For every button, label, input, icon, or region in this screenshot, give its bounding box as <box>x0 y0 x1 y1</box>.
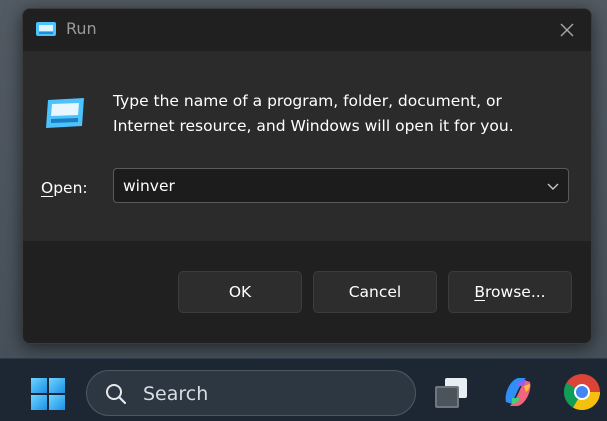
taskbar: Search <box>0 358 607 421</box>
chevron-down-icon[interactable] <box>546 180 560 192</box>
open-combobox[interactable] <box>113 168 569 203</box>
windows-start-icon[interactable] <box>30 377 66 411</box>
open-input[interactable] <box>114 169 534 202</box>
open-label: Open: <box>41 177 88 199</box>
dialog-body: Type the name of a program, folder, docu… <box>23 51 591 241</box>
browse-button[interactable]: Browse... <box>448 271 572 313</box>
run-large-icon <box>46 98 84 128</box>
close-button[interactable] <box>553 17 581 43</box>
open-label-accelerator: O <box>41 179 54 197</box>
taskbar-search-box[interactable]: Search <box>86 370 416 416</box>
close-icon <box>560 23 574 37</box>
task-view-icon[interactable] <box>432 372 472 412</box>
chrome-icon[interactable] <box>562 372 602 412</box>
copilot-icon[interactable] <box>498 372 538 412</box>
open-label-text: pen: <box>53 179 88 197</box>
run-app-icon <box>36 22 56 36</box>
browse-accelerator: B <box>474 283 486 301</box>
cancel-button[interactable]: Cancel <box>313 271 437 313</box>
browse-label-text: rowse... <box>485 283 546 301</box>
dialog-footer: OK Cancel Browse... <box>23 241 591 343</box>
ok-button[interactable]: OK <box>178 271 302 313</box>
search-placeholder: Search <box>143 383 209 405</box>
window-title: Run <box>66 19 97 38</box>
run-dialog: Run Type the name of a program, folder, … <box>22 8 592 344</box>
search-icon <box>106 384 127 405</box>
title-bar[interactable]: Run <box>23 9 591 51</box>
dialog-description: Type the name of a program, folder, docu… <box>113 92 514 135</box>
